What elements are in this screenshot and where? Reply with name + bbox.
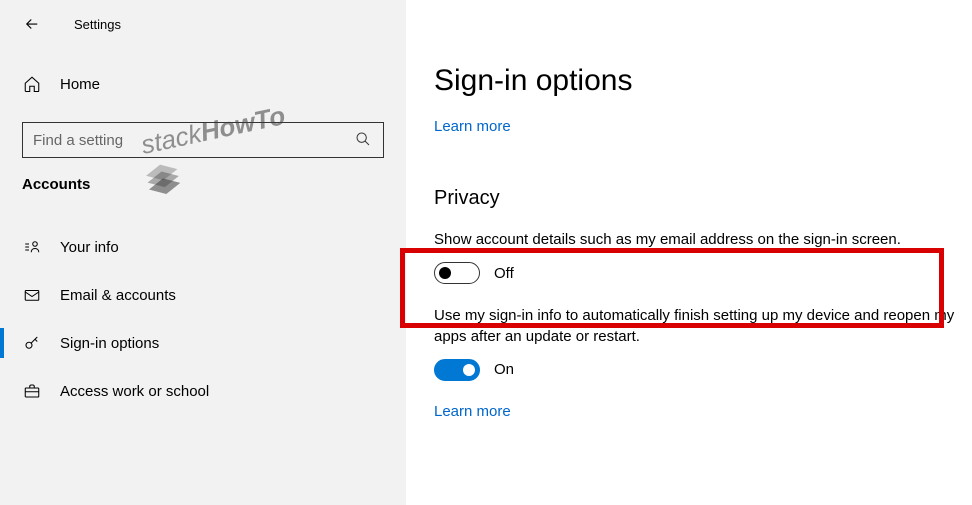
sidebar-item-access-work-school[interactable]: Access work or school [0, 367, 406, 415]
sidebar-item-label: Your info [60, 239, 119, 256]
sidebar-item-label: Email & accounts [60, 287, 176, 304]
briefcase-icon [22, 381, 42, 401]
toggle-use-signin-info[interactable] [434, 359, 480, 381]
setting-description: Show account details such as my email ad… [434, 230, 962, 250]
toggle-state-label: Off [494, 265, 514, 282]
toggle-state-label: On [494, 361, 514, 378]
page-title: Sign-in options [434, 64, 962, 98]
sidebar-item-your-info[interactable]: Your info [0, 223, 406, 271]
sidebar: Settings Home Accounts Your info Email &… [0, 0, 406, 505]
home-icon [22, 74, 42, 94]
sidebar-item-email-accounts[interactable]: Email & accounts [0, 271, 406, 319]
sidebar-item-label: Access work or school [60, 383, 209, 400]
category-label: Accounts [0, 176, 406, 193]
nav-home-label: Home [60, 76, 100, 93]
setting-show-account-details: Show account details such as my email ad… [434, 230, 962, 284]
toggle-knob [439, 267, 451, 279]
sidebar-item-sign-in-options[interactable]: Sign-in options [0, 319, 406, 367]
toggle-show-account-details[interactable] [434, 262, 480, 284]
key-icon [22, 333, 42, 353]
setting-use-signin-info: Use my sign-in info to automatically fin… [434, 306, 962, 381]
search-input[interactable] [33, 132, 355, 149]
back-arrow-icon [23, 15, 41, 33]
search-box[interactable] [22, 122, 384, 158]
learn-more-link-privacy[interactable]: Learn more [434, 403, 962, 420]
toggle-row: On [434, 359, 962, 381]
main-content: Sign-in options Learn more Privacy Show … [406, 0, 972, 505]
nav-home[interactable]: Home [0, 60, 406, 108]
toggle-row: Off [434, 262, 962, 284]
toggle-knob [463, 364, 475, 376]
mail-icon [22, 285, 42, 305]
search-container [0, 122, 406, 158]
settings-title: Settings [74, 17, 121, 32]
header-bar: Settings [0, 0, 406, 48]
user-icon [22, 237, 42, 257]
setting-description: Use my sign-in info to automatically fin… [434, 306, 962, 347]
learn-more-link[interactable]: Learn more [434, 118, 962, 135]
privacy-heading: Privacy [434, 187, 962, 210]
sidebar-item-label: Sign-in options [60, 335, 159, 352]
search-icon [355, 131, 373, 149]
back-button[interactable] [14, 6, 50, 42]
